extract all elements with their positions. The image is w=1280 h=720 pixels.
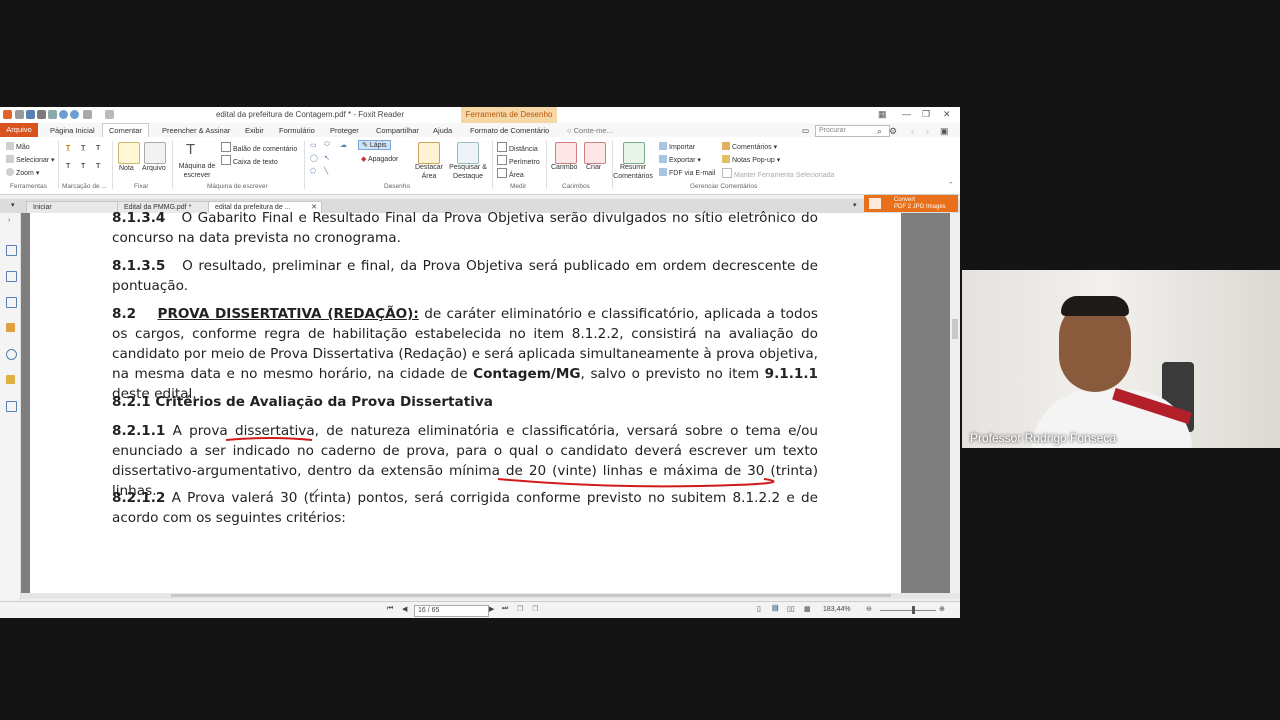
underline-annotation-range <box>497 478 775 488</box>
presenter-hair <box>1061 296 1129 316</box>
underline-annotation-dissertativa <box>225 437 313 441</box>
presenter-name: Professor Rodrigo Fonseca <box>970 431 1117 445</box>
pencil-annotations <box>225 437 775 498</box>
pen-cursor <box>309 488 319 498</box>
webcam-overlay: Professor Rodrigo Fonseca <box>962 270 1280 448</box>
